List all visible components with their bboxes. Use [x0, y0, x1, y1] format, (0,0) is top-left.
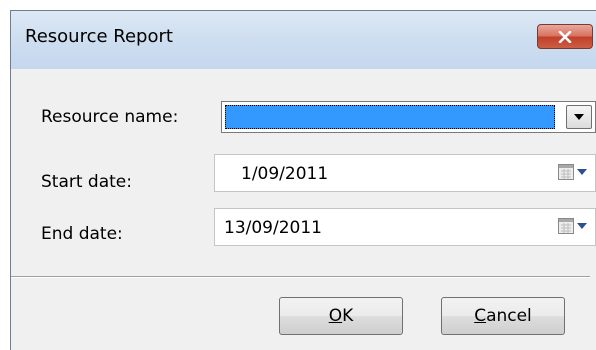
- dialog-content: Resource name: Start date: 1/09/2011 End…: [11, 69, 596, 350]
- start-date-label: Start date:: [41, 172, 132, 192]
- close-icon: [558, 30, 572, 43]
- resource-dropdown-button[interactable]: [566, 105, 592, 129]
- chevron-down-icon: [577, 169, 587, 175]
- title-bar[interactable]: Resource Report: [11, 11, 596, 69]
- close-button[interactable]: [537, 24, 593, 49]
- resource-report-dialog: Resource Report Resource name: Start dat…: [10, 10, 596, 350]
- separator-line: [11, 276, 590, 278]
- resource-name-label: Resource name:: [41, 107, 179, 127]
- dialog-title: Resource Report: [25, 26, 173, 47]
- resource-name-field[interactable]: [225, 105, 555, 129]
- cancel-button[interactable]: Cancel: [441, 297, 565, 335]
- start-date-calendar-button[interactable]: [558, 164, 587, 180]
- cancel-label-rest: ancel: [486, 306, 532, 326]
- end-date-picker[interactable]: 13/09/2011: [214, 208, 596, 246]
- chevron-down-icon: [577, 223, 587, 229]
- end-date-value[interactable]: 13/09/2011: [224, 218, 322, 238]
- ok-mnemonic: O: [328, 306, 343, 326]
- chevron-down-icon: [574, 114, 584, 120]
- ok-button[interactable]: OK: [279, 297, 403, 335]
- resource-name-combobox[interactable]: [221, 101, 596, 133]
- ok-label-rest: K: [342, 306, 354, 326]
- cancel-mnemonic: C: [474, 306, 487, 326]
- calendar-icon: [558, 164, 574, 180]
- calendar-icon: [558, 218, 574, 234]
- start-date-value[interactable]: 1/09/2011: [241, 164, 328, 184]
- end-date-calendar-button[interactable]: [558, 218, 587, 234]
- start-date-picker[interactable]: 1/09/2011: [214, 154, 596, 192]
- end-date-label: End date:: [41, 224, 123, 244]
